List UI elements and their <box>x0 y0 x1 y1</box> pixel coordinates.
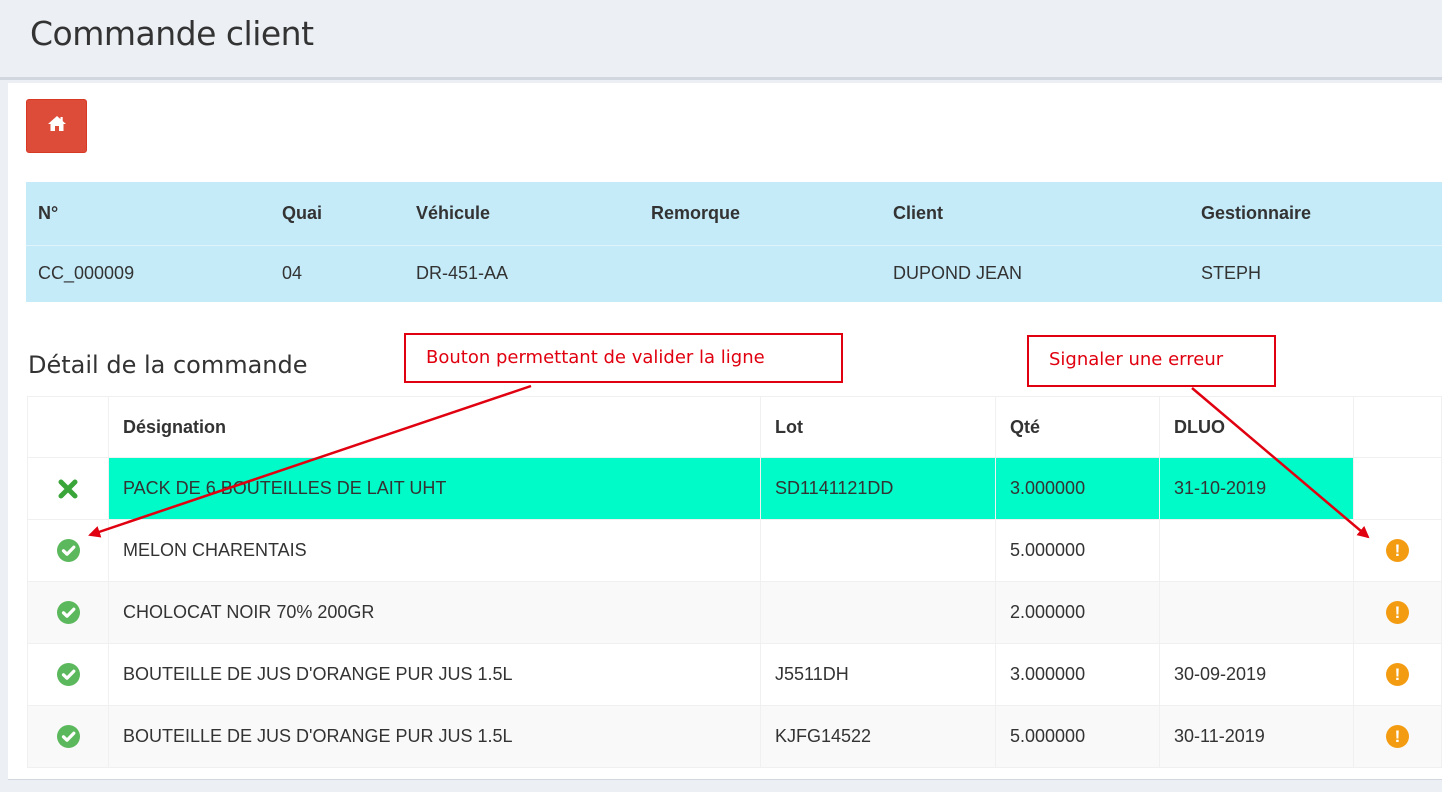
row-qte: 5.000000 <box>995 705 1160 768</box>
exclamation-circle-icon[interactable]: ! <box>1386 539 1409 562</box>
row-status-cell <box>27 581 109 644</box>
order-vehicle: DR-451-AA <box>416 263 509 284</box>
page: Commande client N° Quai Véhicule Remorqu… <box>0 0 1442 792</box>
row-action-cell: ! <box>1353 643 1442 706</box>
row-dluo <box>1159 519 1354 582</box>
row-lot <box>760 519 996 582</box>
row-action-cell: ! <box>1353 519 1442 582</box>
row-status-cell <box>27 457 109 520</box>
order-trailer <box>639 245 881 302</box>
row-designation: PACK DE 6 BOUTEILLES DE LAIT UHT <box>108 457 761 520</box>
check-circle-icon[interactable] <box>56 725 80 748</box>
row-dluo: 30-11-2019 <box>1159 705 1354 768</box>
col-manager: Gestionnaire <box>1189 182 1442 246</box>
check-circle-icon[interactable] <box>56 601 80 624</box>
order-info-row: CC_000009 04 DR-451-AA DUPOND JEAN STEPH <box>26 245 1442 302</box>
order-dock: 04 <box>282 263 303 284</box>
page-title: Commande client <box>30 14 314 53</box>
detail-row: BOUTEILLE DE JUS D'ORANGE PUR JUS 1.5L KJ… <box>27 705 1442 768</box>
detail-table: Désignation Lot Qté DLUO PACK DE 6 BOUTE… <box>27 396 1442 768</box>
row-action-cell: ! <box>1353 705 1442 768</box>
detail-header: Désignation Lot Qté DLUO <box>27 396 1442 458</box>
detail-row: MELON CHARENTAIS 5.000000! <box>27 519 1442 582</box>
col-trailer: Remorque <box>639 182 881 246</box>
col-actions <box>1353 396 1442 458</box>
col-status <box>27 396 109 458</box>
row-status-cell <box>27 705 109 768</box>
row-qte: 2.000000 <box>995 581 1160 644</box>
col-lot: Lot <box>760 396 996 458</box>
row-qte: 5.000000 <box>995 519 1160 582</box>
row-lot <box>760 581 996 644</box>
col-vehicle: Véhicule <box>404 182 639 246</box>
row-designation: BOUTEILLE DE JUS D'ORANGE PUR JUS 1.5L <box>108 705 761 768</box>
home-icon <box>47 116 66 136</box>
row-dluo <box>1159 581 1354 644</box>
detail-row: BOUTEILLE DE JUS D'ORANGE PUR JUS 1.5L J5… <box>27 643 1442 706</box>
content-box: N° Quai Véhicule Remorque Client Gestion… <box>8 83 1442 780</box>
exclamation-circle-icon[interactable]: ! <box>1386 725 1409 748</box>
row-lot: SD1141121DD <box>760 457 996 520</box>
col-qty: Qté <box>995 396 1160 458</box>
row-status-cell <box>27 519 109 582</box>
home-button[interactable] <box>26 99 87 153</box>
row-dluo: 31-10-2019 <box>1159 457 1354 520</box>
row-action-cell <box>1353 457 1442 520</box>
col-dluo: DLUO <box>1159 396 1354 458</box>
order-info-table: N° Quai Véhicule Remorque Client Gestion… <box>26 182 1442 302</box>
check-circle-icon[interactable] <box>56 539 80 562</box>
order-manager: STEPH <box>1201 263 1262 284</box>
detail-title: Détail de la commande <box>28 351 308 379</box>
row-action-cell: ! <box>1353 581 1442 644</box>
exclamation-circle-icon[interactable]: ! <box>1386 663 1409 686</box>
row-lot: J5511DH <box>760 643 996 706</box>
order-number: CC_000009 <box>38 263 135 284</box>
validate-callout: Bouton permettant de valider la ligne <box>404 333 843 383</box>
row-designation: BOUTEILLE DE JUS D'ORANGE PUR JUS 1.5L <box>108 643 761 706</box>
error-callout: Signaler une erreur <box>1027 335 1276 387</box>
row-qte: 3.000000 <box>995 643 1160 706</box>
order-info-header: N° Quai Véhicule Remorque Client Gestion… <box>26 182 1442 246</box>
row-lot: KJFG14522 <box>760 705 996 768</box>
title-bar: Commande client <box>0 0 1442 80</box>
order-client: DUPOND JEAN <box>893 263 1023 284</box>
col-number: N° <box>26 182 270 246</box>
row-qte: 3.000000 <box>995 457 1160 520</box>
row-status-cell <box>27 643 109 706</box>
row-designation: CHOLOCAT NOIR 70% 200GR <box>108 581 761 644</box>
row-designation: MELON CHARENTAIS <box>108 519 761 582</box>
col-client: Client <box>881 182 1189 246</box>
detail-row: CHOLOCAT NOIR 70% 200GR 2.000000! <box>27 581 1442 644</box>
row-dluo: 30-09-2019 <box>1159 643 1354 706</box>
col-dock: Quai <box>270 182 404 246</box>
times-icon[interactable] <box>56 477 80 501</box>
exclamation-circle-icon[interactable]: ! <box>1386 601 1409 624</box>
detail-row: PACK DE 6 BOUTEILLES DE LAIT UHT SD114112… <box>27 457 1442 520</box>
check-circle-icon[interactable] <box>56 663 80 686</box>
col-designation: Désignation <box>108 396 761 458</box>
